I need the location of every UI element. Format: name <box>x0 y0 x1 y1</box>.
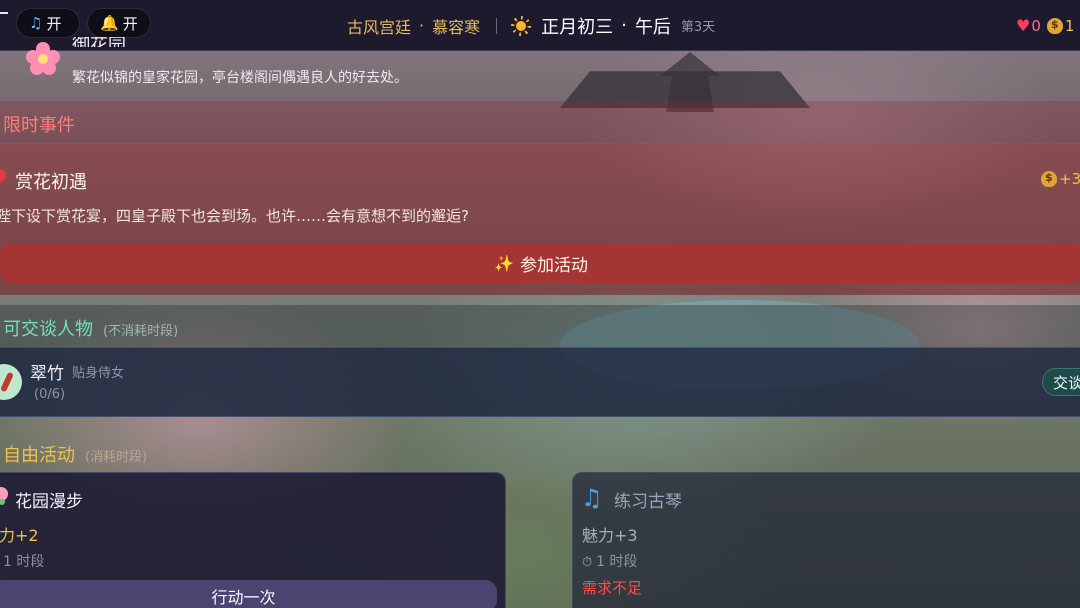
activity-title: 花园漫步 <box>15 492 83 512</box>
free-activities-title: 自由活动 (消耗时段) <box>3 441 147 467</box>
event-reward: +3 <box>1041 170 1080 188</box>
activity-cost-value: 1 时段 <box>596 554 638 570</box>
activity-effect: 魅力+3 <box>582 526 638 545</box>
requirement-warning: 需求不足 <box>582 579 643 597</box>
location-description: 繁花似锦的皇家花园，亭台楼阁间偶遇良人的好去处。 <box>72 70 408 86</box>
cherry-blossom-icon <box>26 42 60 76</box>
day-counter: 第3天 <box>680 20 716 35</box>
free-note: (消耗时段) <box>85 450 148 465</box>
calendar-date: 正月初三 <box>541 16 614 38</box>
npc-role: 贴身侍女 <box>72 366 125 381</box>
character-name: 慕容寒 <box>432 17 481 37</box>
talk-section-title: 可交谈人物 (不消耗时段) <box>3 315 178 341</box>
separator-dot: · <box>419 16 425 35</box>
game-info: 古风宫廷 · 慕容寒 正月初三 · 午后 第3天 <box>347 0 715 51</box>
event-reward-value: +3 <box>1059 170 1080 188</box>
join-event-label: 参加活动 <box>519 255 588 276</box>
activity-effect: 力+2 <box>0 526 39 545</box>
music-toggle-label: 开 <box>46 14 62 33</box>
separator-dot: · <box>621 15 627 36</box>
collapse-handle[interactable] <box>0 12 8 14</box>
npc-row <box>0 347 1080 417</box>
story-setting: 古风宫廷 <box>347 17 412 37</box>
sparkle-icon: ✨ <box>494 253 514 273</box>
music-note-icon: ♫ <box>581 484 603 512</box>
resources: ♥ 0 1 <box>1016 0 1074 51</box>
activity-cost: ⏱ 1 时段 <box>582 551 638 571</box>
top-status-bar: ♫ 开 🔔 开 古风宫廷 · 慕容寒 正月初三 · 午后 第3天 ♥ 0 1 <box>0 0 1080 51</box>
npc-affection-progress: (0/6) <box>34 387 66 402</box>
limited-events-header <box>0 101 1080 143</box>
talk-note: (不消耗时段) <box>103 324 179 339</box>
perform-once-button[interactable]: 行动一次 <box>0 580 497 608</box>
free-heading: 自由活动 <box>3 445 75 466</box>
money-bag-icon <box>1041 171 1057 187</box>
music-note-icon: ♫ <box>29 14 43 32</box>
music-toggle[interactable]: ♫ 开 <box>16 8 80 38</box>
activity-title: 练习古琴 <box>614 492 682 512</box>
pin-icon <box>0 169 10 185</box>
stopwatch-icon: ⏱ <box>582 555 593 570</box>
limited-events-title: 限时事件 <box>3 115 75 136</box>
event-description: 陛下设下赏花宴，四皇子殿下也会到场。也许……会有意想不到的邂逅? <box>0 207 469 225</box>
affection-count: 0 <box>1031 16 1041 35</box>
bell-icon: 🔔 <box>100 14 119 32</box>
location-name: 御花园 <box>72 37 126 47</box>
join-event-button[interactable]: ✨ 参加活动 <box>0 243 1080 283</box>
blossom-icon <box>0 487 12 505</box>
heart-icon: ♥ <box>1016 16 1031 35</box>
activity-cost: 1 时段 <box>3 554 45 570</box>
sun-icon <box>511 16 531 36</box>
money-bag-icon <box>1046 17 1063 34</box>
coin-count: 1 <box>1064 16 1075 35</box>
talk-button[interactable]: 交谈 <box>1042 368 1080 396</box>
notification-toggle-label: 开 <box>122 14 138 33</box>
time-of-day: 午后 <box>634 16 671 38</box>
notification-toggle[interactable]: 🔔 开 <box>87 8 151 38</box>
talk-heading: 可交谈人物 <box>3 319 93 340</box>
event-title: 赏花初遇 <box>15 172 87 193</box>
divider <box>496 17 498 34</box>
npc-name: 翠竹 <box>30 364 64 384</box>
